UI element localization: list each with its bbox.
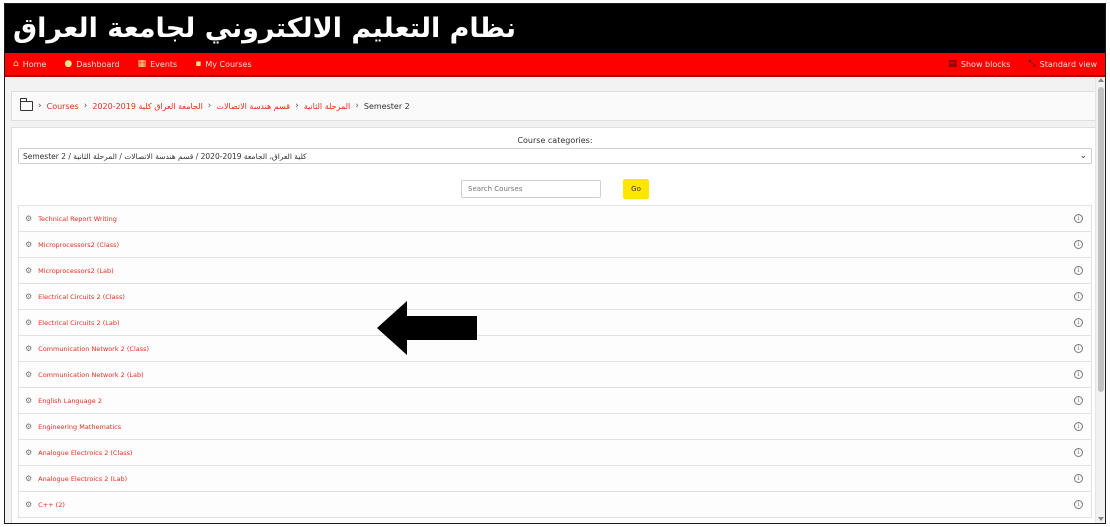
folder-icon [19, 98, 33, 111]
chevron-down-icon: ⌄ [1079, 151, 1087, 161]
nav-dashboard[interactable]: ● Dashboard [64, 59, 119, 69]
course-icon: ⚙ [25, 240, 33, 249]
info-icon[interactable]: i [1074, 370, 1083, 379]
breadcrumb-courses[interactable]: Courses [47, 102, 79, 111]
info-icon[interactable]: i [1074, 500, 1083, 509]
course-icon: ⚙ [25, 500, 33, 509]
breadcrumb-current: Semester 2 [363, 101, 410, 111]
course-row[interactable]: ⚙ Analogue Electroics 2 (Lab) i [18, 466, 1092, 492]
browser-frame: نظام التعليم الالكتروني لجامعة العراق ⌂ … [4, 3, 1106, 524]
categories-label: Course categories: [517, 136, 593, 145]
nav-my-courses[interactable]: ▪ My Courses [195, 59, 251, 69]
expand-icon: ⤡ [1028, 59, 1036, 69]
course-link[interactable]: Technical Report Writing [38, 215, 117, 223]
course-category-panel: Course categories: Semester 2 / كلية الع… [11, 127, 1099, 523]
course-row[interactable]: ⚙ English Language 2 i [18, 388, 1092, 414]
breadcrumb: › Courses › 2020-2019 الجامعة العراق كلي… [11, 91, 1099, 121]
breadcrumb-stage[interactable]: المرحلة الثانية [304, 102, 351, 111]
scroll-thumb[interactable] [1098, 87, 1104, 392]
info-icon[interactable]: i [1074, 318, 1083, 327]
go-button[interactable]: Go [623, 179, 649, 199]
vertical-scrollbar[interactable] [1095, 77, 1105, 523]
course-row[interactable]: ⚙ Electrical Circuits 2 (Lab) i [18, 310, 1092, 336]
course-icon: ⚙ [25, 344, 33, 353]
course-link[interactable]: English Language 2 [38, 397, 102, 405]
course-icon: ⚙ [25, 214, 33, 223]
standard-view-label: Standard view [1039, 59, 1097, 69]
course-link[interactable]: Communication Network 2 (Class) [38, 345, 149, 353]
show-blocks-button[interactable]: ▤ Show blocks [948, 59, 1010, 69]
category-select[interactable]: Semester 2 / كلية العراق، الجامعة 2019-2… [18, 148, 1092, 164]
top-navbar: ⌂ Home ● Dashboard ▦ Events ▪ My Courses… [5, 53, 1105, 77]
course-icon: ⚙ [25, 266, 33, 275]
info-icon[interactable]: i [1074, 474, 1083, 483]
course-link[interactable]: Analogue Electroics 2 (Class) [38, 449, 132, 457]
course-search: Go [18, 179, 1092, 199]
course-row[interactable]: ⚙ Engineering Mathematics i [18, 414, 1092, 440]
course-link[interactable]: Electrical Circuits 2 (Class) [38, 293, 125, 301]
nav-events-label: Events [150, 59, 178, 69]
briefcase-icon: ▪ [195, 59, 202, 69]
course-row[interactable]: ⚙ Communication Network 2 (Lab) i [18, 362, 1092, 388]
course-link[interactable]: C++ (2) [38, 501, 65, 509]
course-icon: ⚙ [25, 370, 33, 379]
page-content: › Courses › 2020-2019 الجامعة العراق كلي… [5, 77, 1105, 523]
course-link[interactable]: Analogue Electroics 2 (Lab) [38, 475, 127, 483]
course-row[interactable]: ⚙ Technical Report Writing i [18, 206, 1092, 232]
dashboard-icon: ● [64, 59, 73, 69]
course-link[interactable]: Microprocessors2 (Lab) [38, 267, 114, 275]
course-row[interactable]: ⚙ Communication Network 2 (Class) i [18, 336, 1092, 362]
course-icon: ⚙ [25, 292, 33, 301]
course-link[interactable]: Communication Network 2 (Lab) [38, 371, 144, 379]
blocks-icon: ▤ [948, 59, 957, 69]
course-link[interactable]: Microprocessors2 (Class) [38, 241, 119, 249]
scroll-up-icon[interactable] [1098, 78, 1104, 82]
info-icon[interactable]: i [1074, 240, 1083, 249]
scroll-down-icon[interactable] [1098, 517, 1104, 521]
site-banner: نظام التعليم الالكتروني لجامعة العراق [5, 4, 1105, 53]
show-blocks-label: Show blocks [960, 59, 1011, 69]
info-icon[interactable]: i [1074, 344, 1083, 353]
info-icon[interactable]: i [1074, 292, 1083, 301]
left-arrow-icon [377, 301, 477, 355]
breadcrumb-department[interactable]: قسم هندسة الاتصالات [216, 102, 290, 111]
course-icon: ⚙ [25, 474, 33, 483]
breadcrumb-college[interactable]: 2020-2019 الجامعة العراق كلية [92, 102, 202, 111]
course-row[interactable]: ⚙ Microprocessors2 (Class) i [18, 232, 1092, 258]
nav-my-courses-label: My Courses [205, 59, 252, 69]
course-icon: ⚙ [25, 318, 33, 327]
info-icon[interactable]: i [1074, 448, 1083, 457]
home-icon: ⌂ [13, 59, 19, 69]
info-icon[interactable]: i [1074, 422, 1083, 431]
calendar-icon: ▦ [137, 59, 147, 69]
nav-home-label: Home [22, 59, 47, 69]
course-row[interactable]: ⚙ Analogue Electroics 2 (Class) i [18, 440, 1092, 466]
search-courses-input[interactable] [461, 180, 601, 198]
nav-home[interactable]: ⌂ Home [13, 59, 46, 69]
nav-dashboard-label: Dashboard [76, 59, 120, 69]
site-title: نظام التعليم الالكتروني لجامعة العراق [13, 13, 516, 44]
nav-events[interactable]: ▦ Events [138, 59, 178, 69]
info-icon[interactable]: i [1074, 214, 1083, 223]
course-icon: ⚙ [25, 396, 33, 405]
standard-view-button[interactable]: ⤡ Standard view [1028, 59, 1097, 69]
info-icon[interactable]: i [1074, 266, 1083, 275]
course-row[interactable]: ⚙ Electrical Circuits 2 (Class) i [18, 284, 1092, 310]
course-row[interactable]: ⚙ C++ (2) i [18, 492, 1092, 518]
course-icon: ⚙ [25, 448, 33, 457]
course-row[interactable]: ⚙ Microprocessors2 (Lab) i [18, 258, 1092, 284]
info-icon[interactable]: i [1074, 396, 1083, 405]
course-link[interactable]: Electrical Circuits 2 (Lab) [38, 319, 119, 327]
course-list: ⚙ Technical Report Writing i ⚙ Microproc… [18, 205, 1092, 518]
course-icon: ⚙ [25, 422, 33, 431]
category-select-value: Semester 2 / كلية العراق، الجامعة 2019-2… [23, 151, 307, 161]
course-link[interactable]: Engineering Mathematics [38, 423, 121, 431]
